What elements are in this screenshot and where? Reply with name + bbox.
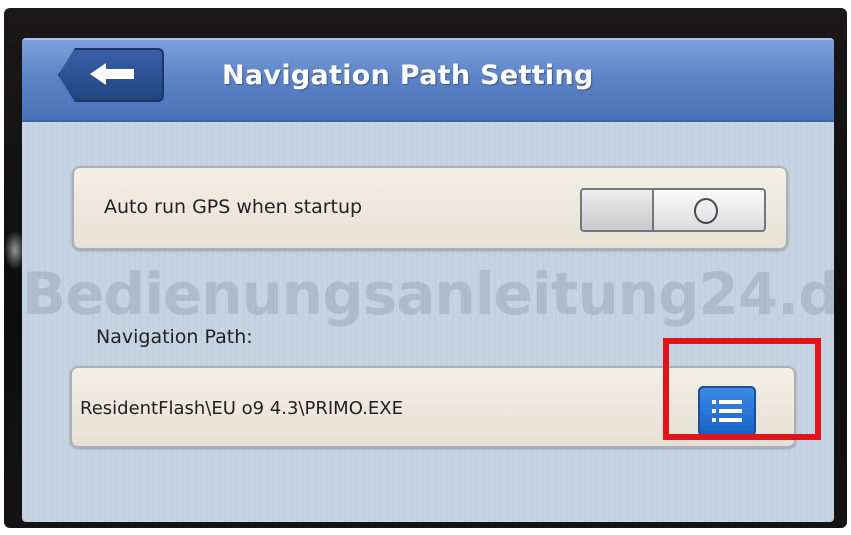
browse-path-button[interactable] [698,386,756,436]
arrow-left-icon [90,63,134,85]
header-bar: Navigation Path Setting [22,38,834,122]
auto-run-toggle[interactable] [580,188,766,232]
navigation-path-row: ResidentFlash\EU o9 4.3\PRIMO.EXE [70,366,796,448]
auto-run-setting-row: Auto run GPS when startup [72,166,788,250]
device-screen: Navigation Path Setting Auto run GPS whe… [22,38,834,522]
toggle-circle-icon [694,198,718,224]
navigation-path-value: ResidentFlash\EU o9 4.3\PRIMO.EXE [80,398,403,419]
watermark: Bedienungsanleitung24.de [22,260,834,328]
back-button[interactable] [58,48,164,102]
photo-frame: Navigation Path Setting Auto run GPS whe… [0,0,851,535]
auto-run-label: Auto run GPS when startup [104,196,363,218]
page-title: Navigation Path Setting [222,60,594,91]
list-icon [712,400,742,422]
toggle-off-half [582,190,654,230]
navigation-path-label: Navigation Path: [96,326,253,348]
